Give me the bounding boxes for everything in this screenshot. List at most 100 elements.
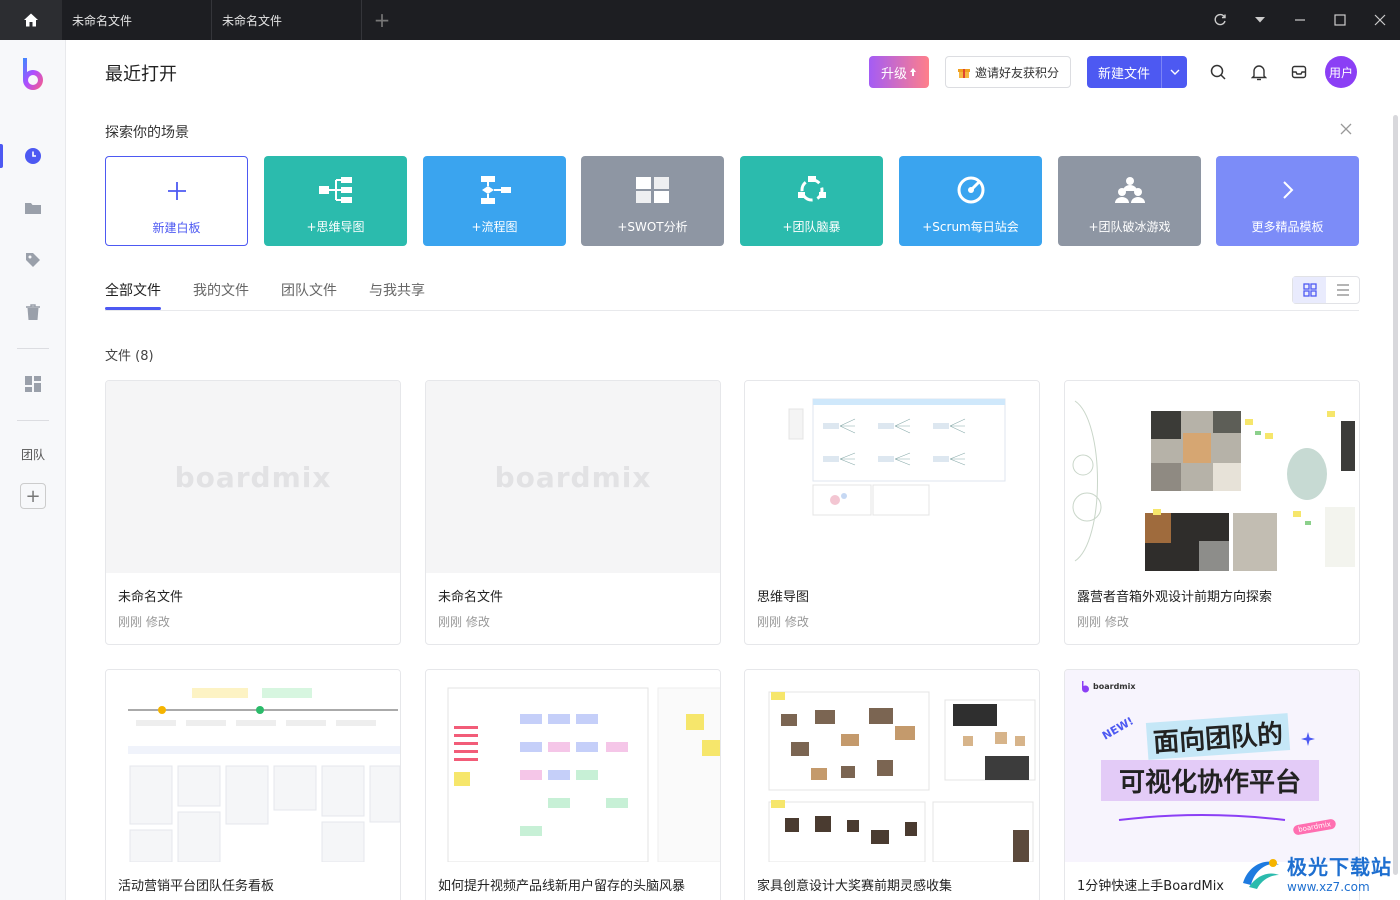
file-name: 思维导图 [757, 590, 810, 605]
site-watermark: 极光下载站 www.xz7.com [1239, 851, 1392, 894]
file-thumbnail: boardmix [426, 381, 720, 573]
doc-tab[interactable]: 未命名文件 [212, 0, 362, 40]
template-mind-map[interactable]: +思维导图 [264, 156, 407, 246]
boardmix-mini-logo [1082, 681, 1089, 693]
file-name: 未命名文件 [438, 590, 504, 605]
file-card[interactable]: boardmix 未命名文件 刚刚 修改 [425, 380, 721, 645]
scrollbar[interactable] [1393, 115, 1398, 875]
file-thumbnail: boardmix NEW! 面向团队的 可视化协作平台 boardmix [1065, 670, 1359, 862]
search-button[interactable] [1208, 62, 1228, 82]
template-icebreaker[interactable]: +团队破冰游戏 [1058, 156, 1201, 246]
file-card[interactable]: 如何提升视频产品线新用户留存的头脑风暴 [425, 669, 721, 900]
chevron-right-icon [1282, 181, 1293, 199]
file-name: 露营者音箱外观设计前期方向探索 [1077, 590, 1273, 605]
close-window-button[interactable] [1360, 0, 1400, 40]
file-name: 如何提升视频产品线新用户留存的头脑风暴 [438, 879, 686, 894]
flowchart-icon [480, 176, 511, 204]
sidebar-item-files[interactable] [0, 193, 66, 223]
template-flowchart[interactable]: +流程图 [423, 156, 566, 246]
new-file-button[interactable]: 新建文件 [1087, 56, 1187, 88]
boardmix-logo [23, 58, 43, 90]
promo-line2: 可视化协作平台 [1101, 760, 1320, 801]
invite-label: 邀请好友获积分 [974, 65, 1059, 80]
sidebar-item-trash[interactable] [0, 297, 66, 327]
maximize-icon [1334, 14, 1346, 26]
doc-tab-label: 未命名文件 [72, 13, 133, 28]
list-view-button[interactable] [1326, 277, 1359, 303]
swoosh-line [1118, 814, 1286, 821]
gauge-icon [957, 176, 984, 204]
file-card[interactable]: 家具创意设计大奖赛前期灵感收集 [744, 669, 1040, 900]
file-time: 刚刚 修改 [438, 615, 490, 629]
template-scrum[interactable]: +Scrum每日站会 [899, 156, 1042, 246]
file-thumbnail [745, 381, 1039, 573]
maximize-button[interactable] [1320, 0, 1360, 40]
template-label: +流程图 [471, 220, 518, 234]
inbox-icon [1291, 65, 1307, 79]
template-label: 新建白板 [152, 221, 201, 235]
file-tabs: 全部文件 我的文件 团队文件 与我共享 [105, 278, 1359, 311]
brainstorm-preview [447, 687, 720, 862]
inbox-button[interactable] [1289, 62, 1309, 82]
aurora-logo-icon [1243, 858, 1279, 889]
folder-icon [25, 203, 41, 214]
file-thumbnail [106, 670, 400, 862]
minimize-button[interactable] [1280, 0, 1320, 40]
template-more[interactable]: 更多精品模板 [1216, 156, 1359, 246]
clock-icon [25, 148, 41, 164]
file-name: 活动营销平台团队任务看板 [118, 879, 275, 894]
site-watermark-name: 极光下载站 [1287, 855, 1392, 879]
home-icon [24, 13, 38, 27]
tab-all-files[interactable]: 全部文件 [105, 280, 161, 300]
avatar[interactable]: 用户 [1325, 56, 1357, 88]
file-name: 1分钟快速上手BoardMix [1077, 879, 1224, 894]
sidebar-item-recent[interactable] [0, 141, 66, 171]
add-tab-button[interactable]: + [362, 0, 402, 40]
notification-button[interactable] [1249, 62, 1269, 82]
file-time: 刚刚 修改 [1077, 615, 1129, 629]
file-thumbnail [426, 670, 720, 862]
refresh-button[interactable] [1200, 0, 1240, 40]
new-file-dropdown[interactable] [1161, 56, 1187, 88]
file-thumbnail [745, 670, 1039, 862]
dropdown-button[interactable] [1240, 0, 1280, 40]
watermark-text: boardmix [494, 460, 652, 494]
template-label: +Scrum每日站会 [922, 220, 1019, 234]
tab-my-files[interactable]: 我的文件 [193, 280, 249, 300]
grid-view-button[interactable] [1293, 277, 1326, 303]
tab-team-files[interactable]: 团队文件 [281, 280, 337, 300]
template-swot[interactable]: +SWOT分析 [581, 156, 724, 246]
list-icon [1336, 284, 1349, 296]
refresh-icon [1214, 13, 1226, 26]
close-scenes-button[interactable] [1338, 122, 1354, 138]
tag-icon [26, 253, 40, 267]
invite-button[interactable]: 邀请好友获积分 [945, 56, 1071, 88]
sidebar-item-templates[interactable] [0, 369, 66, 399]
home-tab[interactable] [0, 0, 62, 40]
sidebar-item-tags[interactable] [0, 245, 66, 275]
file-name: 家具创意设计大奖赛前期灵感收集 [757, 879, 953, 894]
page-title: 最近打开 [105, 64, 177, 85]
plus-icon [167, 182, 186, 200]
add-team-button[interactable]: + [20, 483, 46, 509]
file-card[interactable]: 露营者音箱外观设计前期方向探索 刚刚 修改 [1064, 380, 1360, 645]
bell-icon [1251, 64, 1267, 80]
minimize-icon [1295, 19, 1305, 21]
upgrade-button[interactable]: 升级 [869, 56, 929, 88]
file-card[interactable]: 思维导图 刚刚 修改 [744, 380, 1040, 645]
promo-brand: boardmix [1093, 682, 1136, 691]
close-icon [1340, 123, 1352, 135]
upgrade-label: 升级 [880, 66, 907, 82]
file-card[interactable]: boardmix 未命名文件 刚刚 修改 [105, 380, 401, 645]
grid-icon [1302, 283, 1317, 297]
template-label: +团队破冰游戏 [1088, 220, 1171, 234]
template-brainstorm[interactable]: +团队脑暴 [740, 156, 883, 246]
doc-tab[interactable]: 未命名文件 [62, 0, 212, 40]
search-icon [1210, 64, 1226, 80]
doc-tab-label: 未命名文件 [222, 13, 283, 28]
template-blank-board[interactable]: 新建白板 [105, 156, 248, 246]
tab-shared-files[interactable]: 与我共享 [369, 280, 425, 300]
file-card[interactable]: 活动营销平台团队任务看板 [105, 669, 401, 900]
site-watermark-url: www.xz7.com [1287, 880, 1370, 894]
sidebar: 团队 + [0, 40, 66, 900]
